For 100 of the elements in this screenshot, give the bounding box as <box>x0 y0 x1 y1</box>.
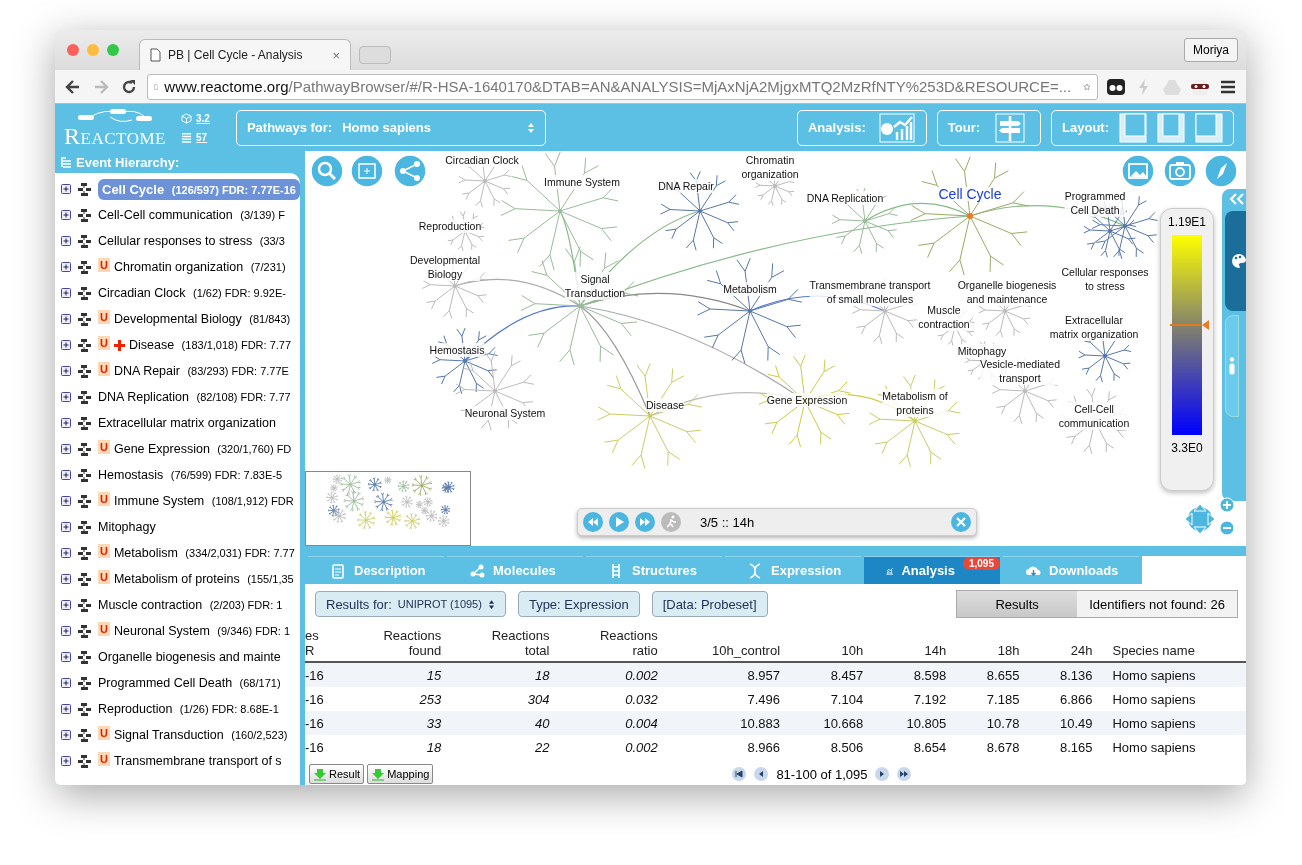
table-cell: 8.655 <box>956 662 1030 687</box>
expand-icon[interactable] <box>61 444 71 454</box>
address-bar[interactable]: www.reactome.org/PathwayBrowser/#/R-HSA-1640170&DTAB=AN&ANALYSIS=MjAxNjA2MjgxMTQ2MzRfNTY%253D&RESOURCE=... <box>147 73 1098 100</box>
pathway-link[interactable]: Circadian Clock (1/62) FDR: 9.92E- <box>98 284 290 302</box>
pathway-label[interactable]: Mitophagy <box>957 344 1007 358</box>
data-filter[interactable]: [Data: Probeset] <box>651 591 768 617</box>
badge: U <box>98 726 110 740</box>
pathway-link[interactable]: Cell-Cell communication (3/139) F <box>98 206 289 224</box>
expand-icon[interactable] <box>61 262 71 272</box>
extension-icon[interactable] <box>1106 76 1126 97</box>
view-toggle[interactable]: Results <box>957 591 1078 617</box>
expand-icon[interactable] <box>61 366 71 376</box>
pathway-link[interactable]: DNA Repair (83/293) FDR: 7.77E <box>113 362 293 380</box>
browser-tab[interactable]: PB | Cell Cycle - Analysis × <box>139 39 351 70</box>
next-page-icon[interactable] <box>875 767 890 781</box>
expand-icon[interactable] <box>61 236 71 246</box>
pathway-link[interactable]: Neuronal System (9/346) FDR: 1 <box>113 622 295 640</box>
pathway-link[interactable]: Muscle contraction (2/203) FDR: 1 <box>98 596 287 614</box>
expand-icon[interactable] <box>61 600 71 610</box>
pathway-label[interactable]: Metabolism <box>723 282 777 296</box>
pathway-link[interactable]: Metabolism of proteins (155/1,35 <box>113 570 298 588</box>
expand-icon[interactable] <box>61 730 71 740</box>
pathway-link[interactable]: Transmembrane transport of s <box>113 752 286 770</box>
pathway-label[interactable]: Neuronal System <box>464 406 546 420</box>
pathway-label[interactable]: Gene Expression <box>766 393 848 407</box>
pathway-label[interactable]: DNA Repair <box>658 179 714 193</box>
pathway-link[interactable]: DNA Replication (82/108) FDR: 7.77 <box>98 388 295 406</box>
pathway-label[interactable]: Cell-Cell communication <box>1058 402 1130 430</box>
pathway-label[interactable]: Developmental Biology <box>410 253 480 281</box>
pathway-link[interactable]: Extracellular matrix organization <box>98 414 280 432</box>
pathway-label[interactable]: Programmed Cell Death <box>1064 189 1126 217</box>
type-filter[interactable]: Type: Expression <box>517 591 640 617</box>
table-cell: 8.678 <box>956 735 1030 759</box>
table-cell: 7.192 <box>873 687 957 711</box>
first-page-icon[interactable] <box>732 767 747 781</box>
pathway-label[interactable]: DNA Replication <box>806 191 884 205</box>
expand-icon[interactable] <box>61 340 71 350</box>
pathway-label[interactable]: Cellular responses to stress <box>1061 265 1149 293</box>
palette-tab[interactable] <box>1225 211 1246 311</box>
pathway-label[interactable]: Transmembrane transport of small molecules <box>809 278 931 306</box>
profile-button[interactable]: Moriya <box>1184 38 1238 62</box>
expand-icon[interactable] <box>61 522 71 532</box>
pathway-label[interactable]: Metabolism of proteins <box>882 389 948 417</box>
expand-icon[interactable] <box>61 756 71 766</box>
close-tab-icon[interactable]: × <box>332 47 340 63</box>
previous-page-icon[interactable] <box>754 767 769 781</box>
expand-icon[interactable] <box>61 652 71 662</box>
pathway-link[interactable]: Chromatin organization (7/231) <box>113 258 290 276</box>
expand-icon[interactable] <box>61 626 71 636</box>
pathway-label[interactable]: Organelle biogenesis and maintenance <box>957 278 1057 306</box>
page-icon <box>150 48 161 62</box>
table-cell: -16 <box>305 735 343 759</box>
pathway-link[interactable]: Gene Expression (320/1,760) FD <box>113 440 296 458</box>
pathway-link[interactable]: Cellular responses to stress (33/3 <box>98 232 289 250</box>
pathway-label[interactable]: Cell Cycle <box>938 187 1002 201</box>
pathway-link[interactable]: Mitophagy <box>98 518 160 536</box>
pathway-label[interactable]: Hemostasis <box>429 343 485 357</box>
pathway-label[interactable]: Vesicle-mediated transport <box>980 357 1060 385</box>
page-range-text: 81-100 of 1,095 <box>776 766 868 782</box>
pathway-label[interactable]: Signal Transduction <box>564 272 626 300</box>
pathway-label[interactable]: Chromatin organization <box>741 153 799 181</box>
diagram-thumbnail[interactable] <box>305 471 471 546</box>
download-button[interactable]: Mapping <box>367 764 434 784</box>
pathway-link[interactable]: Programmed Cell Death (68/171) <box>98 674 285 692</box>
expand-icon[interactable] <box>61 210 71 220</box>
table-cell: 0.032 <box>559 687 668 711</box>
pathway-link[interactable]: Disease (183/1,018) FDR: 7.77 <box>128 336 296 354</box>
last-page-icon[interactable] <box>897 767 912 781</box>
pathway-link[interactable]: Reproduction (1/26) FDR: 8.68E-1 <box>98 700 283 718</box>
expand-icon[interactable] <box>61 574 71 584</box>
pathway-link[interactable]: Immune System (108/1,912) FDR <box>113 492 298 510</box>
expand-icon[interactable] <box>61 418 71 428</box>
pathway-label[interactable]: Reproduction <box>418 219 482 233</box>
hierarchy-icon <box>77 675 92 691</box>
expand-icon[interactable] <box>61 392 71 402</box>
pathway-link[interactable]: Developmental Biology (81/843) <box>113 310 295 328</box>
resource-select[interactable]: Results for: UNIPROT (1095) <box>315 591 506 617</box>
expand-icon[interactable] <box>61 678 71 688</box>
table-cell: 8.136 <box>1029 662 1103 687</box>
pathway-label[interactable]: Muscle contraction <box>918 303 970 331</box>
expand-icon[interactable] <box>61 184 71 194</box>
pathway-link[interactable]: Metabolism (334/2,031) FDR: 7.77 <box>113 544 299 562</box>
expand-icon[interactable] <box>61 314 71 324</box>
pathway-label[interactable]: Immune System <box>544 175 620 189</box>
expand-icon[interactable] <box>61 548 71 558</box>
pathway-label[interactable]: Circadian Clock <box>445 153 519 167</box>
expand-icon[interactable] <box>61 470 71 480</box>
pathway-label[interactable]: Disease <box>646 398 684 412</box>
expand-icon[interactable] <box>61 704 71 714</box>
view-toggle[interactable]: Identifiers not found: 26 <box>1077 591 1237 617</box>
details-tab[interactable]: Analysis 1,095 <box>864 556 1000 584</box>
hierarchy-icon <box>77 597 92 613</box>
pathway-link[interactable]: Signal Transduction (160/2,523) <box>113 726 292 744</box>
pathway-link[interactable]: Organelle biogenesis and mainte <box>98 648 285 666</box>
pathway-label[interactable]: Extracellular matrix organization <box>1049 313 1139 341</box>
expand-icon[interactable] <box>61 288 71 298</box>
pathway-link[interactable]: Hemostasis (76/599) FDR: 7.83E-5 <box>98 466 287 484</box>
download-button[interactable]: Result <box>309 764 365 784</box>
table-cell: 8.165 <box>1029 735 1103 759</box>
expand-icon[interactable] <box>61 496 71 506</box>
